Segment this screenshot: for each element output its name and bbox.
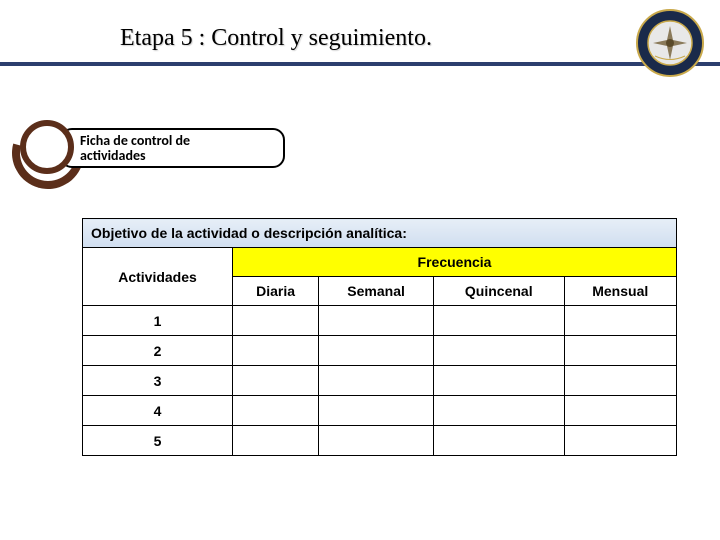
objetivo-label: Objetivo de la actividad o descripción a…: [83, 219, 677, 248]
table-row: 1: [83, 306, 677, 336]
freq-col-semanal: Semanal: [319, 277, 434, 306]
army-aviation-logo: [635, 8, 705, 78]
page-title: Etapa 5 : Control y seguimiento.: [120, 25, 432, 52]
row-number: 2: [83, 336, 233, 366]
ficha-line2: actividades: [80, 147, 146, 164]
row-number: 5: [83, 426, 233, 456]
cell-quincenal: [434, 426, 564, 456]
cell-mensual: [564, 396, 677, 426]
cell-diaria: [233, 396, 319, 426]
table-row: 3: [83, 366, 677, 396]
cell-mensual: [564, 366, 677, 396]
cell-semanal: [319, 306, 434, 336]
table-row-objetivo: Objetivo de la actividad o descripción a…: [83, 219, 677, 248]
cell-semanal: [319, 426, 434, 456]
cell-quincenal: [434, 336, 564, 366]
row-number: 3: [83, 366, 233, 396]
cell-mensual: [564, 426, 677, 456]
activities-table-container: Objetivo de la actividad o descripción a…: [82, 218, 677, 456]
cell-semanal: [319, 366, 434, 396]
activities-table: Objetivo de la actividad o descripción a…: [82, 218, 677, 456]
freq-col-mensual: Mensual: [564, 277, 677, 306]
cell-semanal: [319, 336, 434, 366]
cell-mensual: [564, 336, 677, 366]
frecuencia-header: Frecuencia: [233, 248, 677, 277]
cell-quincenal: [434, 366, 564, 396]
cell-diaria: [233, 306, 319, 336]
table-row-freq-header: Actividades Frecuencia: [83, 248, 677, 277]
cell-quincenal: [434, 306, 564, 336]
table-row: 2: [83, 336, 677, 366]
ficha-label-pill: Ficha de control de actividades: [60, 128, 285, 168]
cell-semanal: [319, 396, 434, 426]
ficha-circle-decoration: [20, 120, 74, 174]
cell-diaria: [233, 426, 319, 456]
cell-diaria: [233, 336, 319, 366]
title-underline: [0, 62, 720, 66]
cell-mensual: [564, 306, 677, 336]
freq-col-diaria: Diaria: [233, 277, 319, 306]
cell-quincenal: [434, 396, 564, 426]
table-row: 4: [83, 396, 677, 426]
freq-col-quincenal: Quincenal: [434, 277, 564, 306]
actividades-header: Actividades: [83, 248, 233, 306]
cell-diaria: [233, 366, 319, 396]
row-number: 4: [83, 396, 233, 426]
row-number: 1: [83, 306, 233, 336]
table-row: 5: [83, 426, 677, 456]
